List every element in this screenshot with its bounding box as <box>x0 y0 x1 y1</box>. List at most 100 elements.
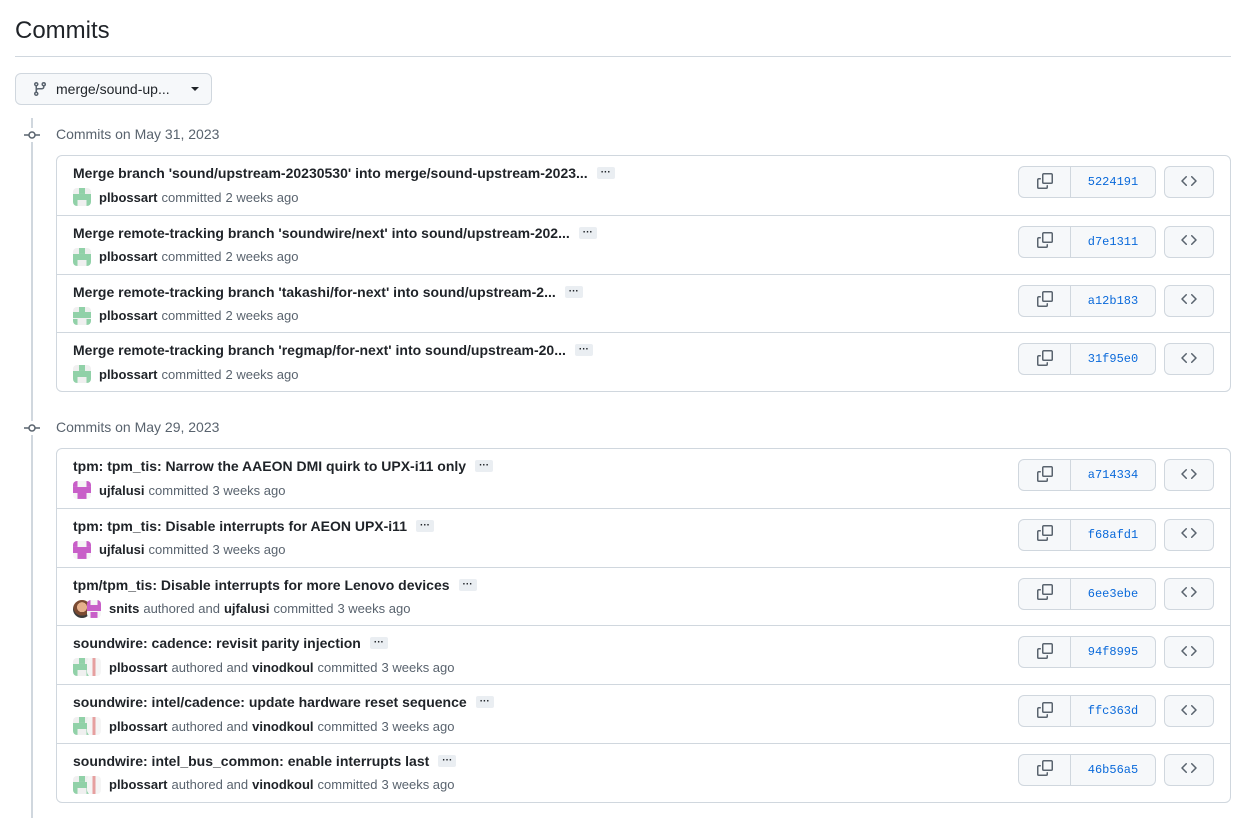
expand-message-button[interactable]: ··· <box>578 226 597 239</box>
commit-sha-link[interactable]: a12b183 <box>1071 286 1155 316</box>
browse-repository-button[interactable] <box>1164 753 1214 786</box>
commit-message-link[interactable]: soundwire: intel_bus_common: enable inte… <box>73 753 429 769</box>
commit-sha-link[interactable]: 46b56a5 <box>1071 755 1155 785</box>
avatar[interactable] <box>87 658 101 677</box>
expand-message-button[interactable]: ··· <box>475 696 494 708</box>
author-link[interactable]: plbossart <box>99 367 158 382</box>
commit-actions: 46b56a5 <box>1018 753 1214 786</box>
copy-sha-button[interactable] <box>1019 226 1071 257</box>
committed-text: committed <box>161 308 222 323</box>
commit-title: soundwire: intel/cadence: update hardwar… <box>73 694 494 710</box>
committer-link[interactable]: vinodkoul <box>252 660 313 675</box>
commit-row: soundwire: intel/cadence: update hardwar… <box>57 684 1230 743</box>
commit-message-link[interactable]: tpm/tpm_tis: Disable interrupts for more… <box>73 577 450 593</box>
commit-message-link[interactable]: Merge remote-tracking branch 'regmap/for… <box>73 342 566 358</box>
commit-sha-link[interactable]: a714334 <box>1071 460 1155 490</box>
avatar[interactable] <box>73 540 91 559</box>
browse-repository-button[interactable] <box>1164 225 1214 258</box>
avatar[interactable] <box>87 599 101 618</box>
copy-sha-button[interactable] <box>1019 754 1071 785</box>
author-link[interactable]: plbossart <box>99 249 158 264</box>
author-link[interactable]: plbossart <box>109 719 168 734</box>
author-link[interactable]: ujfalusi <box>99 483 145 498</box>
copy-sha-button[interactable] <box>1019 519 1071 550</box>
commit-message-link[interactable]: tpm: tpm_tis: Narrow the AAEON DMI quirk… <box>73 458 466 474</box>
browse-repository-button[interactable] <box>1164 518 1214 551</box>
browse-repository-button[interactable] <box>1164 636 1214 669</box>
expand-message-button[interactable]: ··· <box>596 167 615 179</box>
author-link[interactable]: ujfalusi <box>99 542 145 557</box>
commit-list: tpm: tpm_tis: Narrow the AAEON DMI quirk… <box>56 448 1231 803</box>
committer-link[interactable]: vinodkoul <box>252 777 313 792</box>
browse-repository-button[interactable] <box>1164 577 1214 610</box>
committer-link[interactable]: ujfalusi <box>224 601 270 616</box>
commit-sha-link[interactable]: 6ee3ebe <box>1071 579 1155 609</box>
author-link[interactable]: plbossart <box>109 660 168 675</box>
branch-selector-button[interactable]: merge/sound-up... <box>15 73 212 105</box>
commit-message-link[interactable]: Merge remote-tracking branch 'takashi/fo… <box>73 284 556 300</box>
committer-link[interactable]: vinodkoul <box>252 719 313 734</box>
copy-sha-button[interactable] <box>1019 344 1071 375</box>
browse-repository-button[interactable] <box>1164 284 1214 317</box>
browse-repository-button[interactable] <box>1164 695 1214 727</box>
commit-actions: 31f95e0 <box>1018 343 1214 376</box>
author-link[interactable]: plbossart <box>109 777 168 792</box>
avatar[interactable] <box>87 717 101 735</box>
avatar[interactable] <box>73 247 91 266</box>
commit-meta: plbossart committed 2 weeks ago <box>73 365 302 384</box>
avatar[interactable] <box>87 775 101 794</box>
committed-text: committed <box>317 777 378 793</box>
commit-time: 2 weeks ago <box>225 366 299 382</box>
expand-message-button[interactable]: ··· <box>369 637 388 650</box>
copy-icon <box>1036 642 1053 662</box>
avatar[interactable] <box>73 306 91 325</box>
copy-sha-button[interactable] <box>1019 696 1071 726</box>
author-link[interactable]: plbossart <box>99 308 158 323</box>
commit-sha-link[interactable]: 5224191 <box>1071 167 1155 197</box>
expand-message-button[interactable]: ··· <box>438 754 457 767</box>
avatar-stack <box>73 775 101 794</box>
expand-message-button[interactable]: ··· <box>458 578 477 591</box>
committed-text: committed <box>317 659 378 675</box>
browse-repository-button[interactable] <box>1164 166 1214 198</box>
commit-message-link[interactable]: Merge remote-tracking branch 'soundwire/… <box>73 225 570 241</box>
avatar[interactable] <box>73 365 91 384</box>
commit-title: soundwire: intel_bus_common: enable inte… <box>73 753 457 769</box>
commit-row: tpm: tpm_tis: Disable interrupts for AEO… <box>57 507 1230 567</box>
avatar[interactable] <box>73 481 91 499</box>
commit-time: 3 weeks ago <box>381 718 455 734</box>
commit-group: Commits on May 29, 2023 tpm: tpm_tis: Nar… <box>15 415 1231 803</box>
copy-sha-button[interactable] <box>1019 637 1071 668</box>
commit-sha-link[interactable]: ffc363d <box>1071 696 1155 726</box>
expand-message-button[interactable]: ··· <box>475 460 494 472</box>
copy-icon <box>1036 760 1053 779</box>
commit-message-link[interactable]: soundwire: intel/cadence: update hardwar… <box>73 694 467 710</box>
author-link[interactable]: snits <box>109 601 139 616</box>
commit-sha-link[interactable]: d7e1311 <box>1071 227 1155 257</box>
copy-sha-button[interactable] <box>1019 578 1071 609</box>
commit-sha-link[interactable]: 31f95e0 <box>1071 344 1155 374</box>
code-icon <box>1181 702 1197 721</box>
copy-sha-button[interactable] <box>1019 285 1071 316</box>
expand-message-button[interactable]: ··· <box>415 519 434 532</box>
commit-meta: ujfalusi committed 3 weeks ago <box>73 481 289 499</box>
code-icon <box>1181 466 1197 485</box>
browse-repository-button[interactable] <box>1164 343 1214 376</box>
commit-actions: a12b183 <box>1018 284 1214 317</box>
expand-message-button[interactable]: ··· <box>574 344 593 357</box>
avatar[interactable] <box>73 188 91 206</box>
copy-sha-button[interactable] <box>1019 167 1071 197</box>
expand-message-button[interactable]: ··· <box>564 285 583 298</box>
copy-sha-button[interactable] <box>1019 460 1071 490</box>
commit-sha-link[interactable]: f68afd1 <box>1071 520 1155 550</box>
browse-repository-button[interactable] <box>1164 459 1214 491</box>
authored-and-text: authored and <box>171 718 249 734</box>
commit-message-link[interactable]: tpm: tpm_tis: Disable interrupts for AEO… <box>73 518 407 534</box>
commit-message-link[interactable]: soundwire: cadence: revisit parity injec… <box>73 635 361 651</box>
commit-title: Merge remote-tracking branch 'takashi/fo… <box>73 284 583 300</box>
commit-message-link[interactable]: Merge branch 'sound/upstream-20230530' i… <box>73 165 588 181</box>
group-date-label: Commits on May 31, 2023 <box>56 126 220 142</box>
commit-row: soundwire: cadence: revisit parity injec… <box>57 625 1230 684</box>
author-link[interactable]: plbossart <box>99 190 158 205</box>
commit-sha-link[interactable]: 94f8995 <box>1071 637 1155 667</box>
